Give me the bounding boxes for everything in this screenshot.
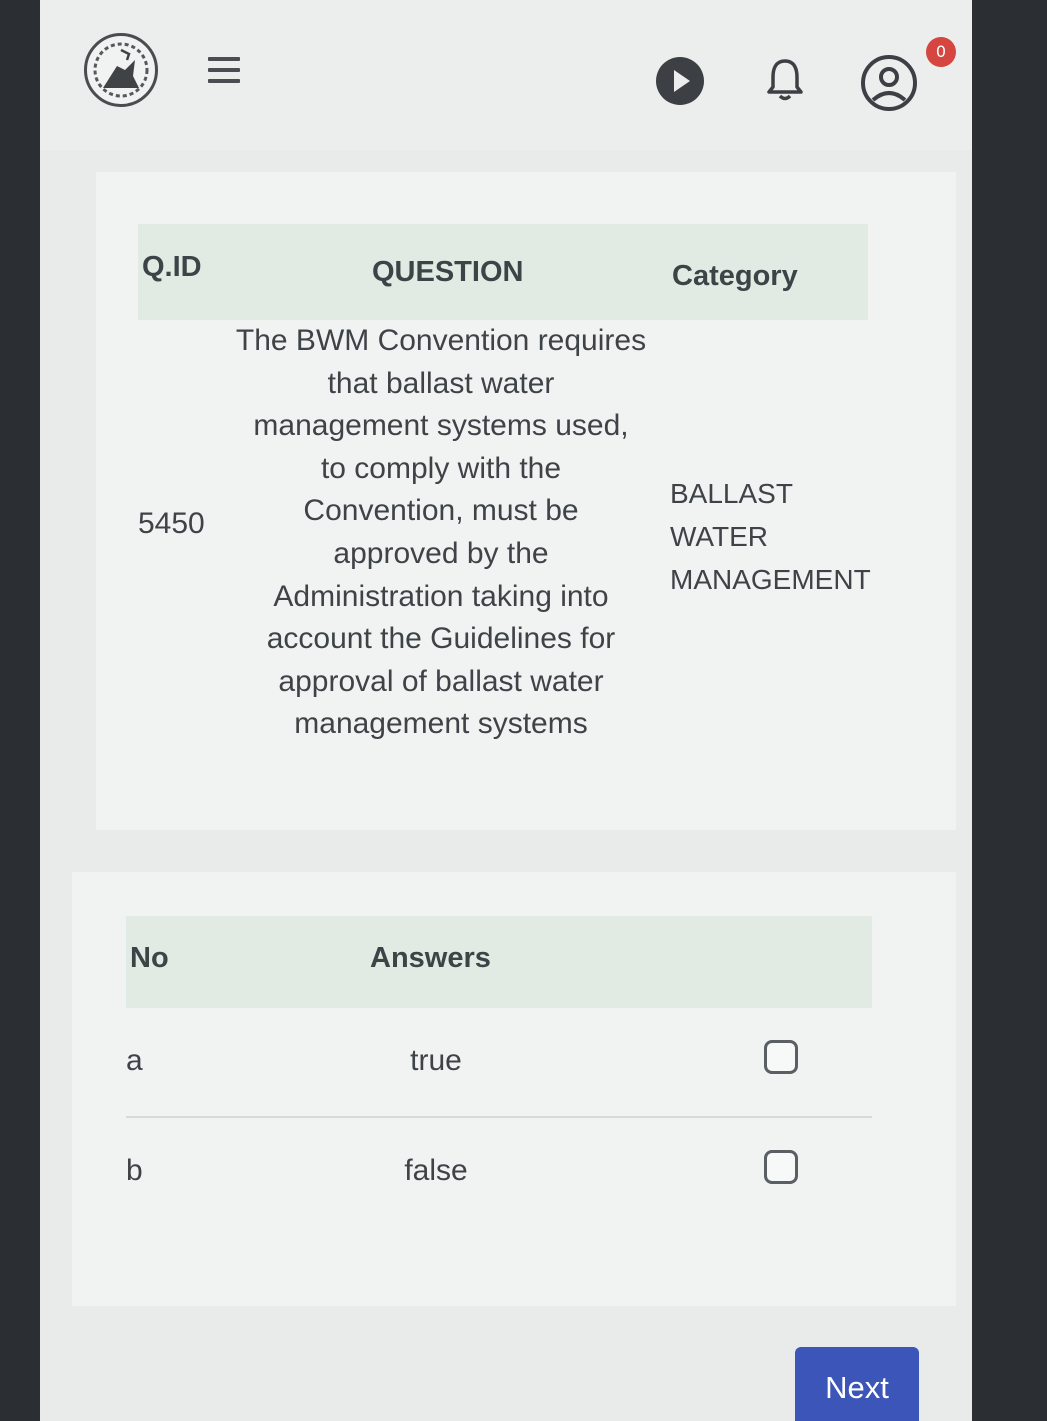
question-text-cell: The BWM Convention requires that ballast… xyxy=(221,320,661,746)
top-navbar: 0 xyxy=(40,0,972,150)
answer-checkbox[interactable] xyxy=(764,1040,798,1074)
question-text-line: approved by the xyxy=(333,536,549,570)
question-text-line: account the Guidelines for xyxy=(266,622,616,656)
question-text-line: Administration taking into xyxy=(273,579,609,613)
answer-checkbox[interactable] xyxy=(764,1150,798,1184)
column-header-category: Category xyxy=(672,260,798,292)
answer-letter: a xyxy=(126,1044,143,1077)
question-text-line: management systems xyxy=(294,707,588,741)
ship-crest-logo-icon[interactable] xyxy=(84,33,158,107)
bell-icon[interactable] xyxy=(760,55,810,105)
question-text-line: Convention, must be xyxy=(303,494,579,528)
question-text-line: to comply with the xyxy=(320,451,562,485)
column-header-qid: Q.ID xyxy=(142,251,202,283)
column-header-answers: Answers xyxy=(370,942,491,974)
next-button[interactable]: Next xyxy=(795,1347,919,1421)
notification-count-badge[interactable]: 0 xyxy=(926,37,956,67)
question-table-header: Q.ID QUESTION Category xyxy=(138,224,868,320)
question-text-line: management systems used, xyxy=(253,409,629,443)
answers-table-header: No Answers xyxy=(126,916,872,1008)
answers-card: No Answers a true b false xyxy=(72,872,956,1306)
hamburger-menu-icon[interactable] xyxy=(206,52,242,88)
answer-letter: b xyxy=(126,1154,143,1187)
user-account-icon[interactable] xyxy=(858,52,920,114)
answer-text: false xyxy=(404,1154,468,1187)
question-category-cell: BALLAST WATER MANAGEMENT xyxy=(670,478,871,595)
question-id-cell: 5450 xyxy=(138,507,205,540)
column-header-no: No xyxy=(130,942,169,974)
play-icon[interactable] xyxy=(654,55,706,107)
answer-row[interactable]: a true xyxy=(126,1008,872,1118)
answer-text: true xyxy=(410,1044,462,1077)
question-text-line: The BWM Convention requires xyxy=(235,324,647,357)
question-text-line: that ballast water xyxy=(327,366,555,400)
answer-row[interactable]: b false xyxy=(126,1118,872,1226)
question-card: Q.ID QUESTION Category 5450 The BWM Conv… xyxy=(96,172,956,830)
column-header-question: QUESTION xyxy=(372,256,524,288)
app-screen: 0 Q.ID QUESTION Category 5450 The BWM Co… xyxy=(40,0,972,1421)
question-text-line: approval of ballast water xyxy=(278,664,604,698)
